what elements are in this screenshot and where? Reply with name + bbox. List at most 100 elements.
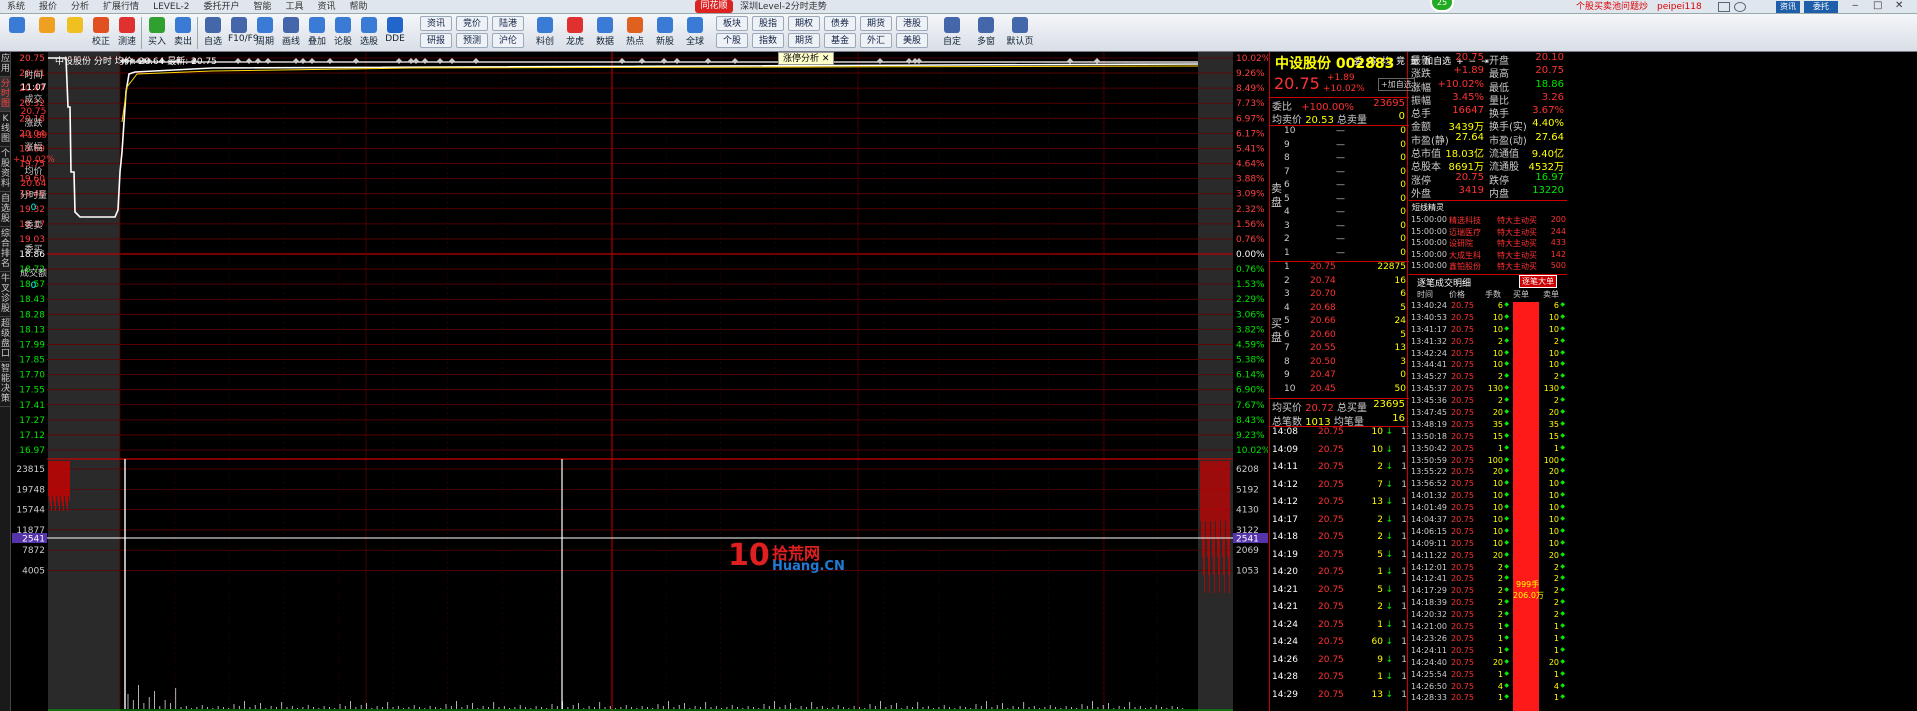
bid-volume: 6 <box>1400 289 1406 299</box>
toolbar-app-button[interactable] <box>4 15 30 51</box>
minimize-icon[interactable]: ‒ <box>1852 0 1858 11</box>
menu-item[interactable]: 资讯 <box>310 0 342 14</box>
alert-value: 500 <box>1550 261 1566 270</box>
toolbar-home-button[interactable]: 默认页 <box>1004 15 1036 51</box>
toolbar-buy-button[interactable]: 买入 <box>146 15 168 51</box>
menu-item[interactable]: LEVEL-2 <box>146 0 196 14</box>
toolbar-grid-button[interactable]: 指数 <box>752 33 784 48</box>
toolbar-grid-button[interactable]: 竞价 <box>456 16 488 31</box>
toolbar-data-button[interactable]: 数据 <box>592 15 618 51</box>
trade-volume: 2 <box>1377 602 1383 612</box>
menu-item[interactable]: 报价 <box>32 0 64 14</box>
toolbar-grid-button[interactable]: 股指 <box>752 16 784 31</box>
menu-item[interactable]: 工具 <box>278 0 310 14</box>
toolbar-f10-button[interactable]: F10/F9 <box>228 15 259 51</box>
toolbar-watchlist-button[interactable]: 自选 <box>202 15 224 51</box>
popup-close-icon[interactable]: ✕ <box>822 54 830 64</box>
news-button[interactable]: 资讯 <box>1776 1 1800 13</box>
tick-time: 13:40:24 <box>1411 301 1447 310</box>
crosshair-label: 2541 <box>22 535 45 545</box>
trade-button[interactable]: 委托 <box>1804 1 1838 13</box>
pct-tick-label: 0.76% <box>1236 235 1265 245</box>
trade-price: 20.75 <box>1318 532 1344 542</box>
notification-badge[interactable]: 25 <box>1430 0 1454 12</box>
ask-level: 7 <box>1284 166 1290 177</box>
price-tick-label: 17.12 <box>19 431 45 441</box>
left-nav-item[interactable]: 综合排名 <box>0 227 11 272</box>
toolbar-select-button[interactable]: 选股 <box>358 15 380 51</box>
menu-item[interactable]: 分析 <box>64 0 96 14</box>
toolbar-grid-button[interactable]: 期权 <box>788 16 820 31</box>
toolbar-label: 选股 <box>359 37 378 47</box>
left-nav-item[interactable]: K线图 <box>0 112 11 147</box>
pct-tick-label: 2.32% <box>1236 205 1265 215</box>
toolbar-grid-button[interactable]: 沪伦 <box>492 33 524 48</box>
close-icon[interactable]: ✕ <box>1895 0 1903 11</box>
toolbar-grid-button[interactable]: 资讯 <box>420 16 452 31</box>
tick-down-icon: ◆ <box>1504 467 1509 475</box>
intraday-chart[interactable]: 20.75 10.02%20.61 9.26%20.47 8.49%20.32 7.73… <box>12 52 1268 711</box>
toolbar-grid-button[interactable]: 陆港 <box>492 16 524 31</box>
toolbar-grid-button[interactable]: 研报 <box>420 33 452 48</box>
settings-icon[interactable] <box>1734 2 1746 12</box>
toolbar-dragon-button[interactable]: 龙虎 <box>562 15 588 51</box>
left-nav-item[interactable]: 个股资料 <box>0 147 11 192</box>
toolbar-grid-button[interactable]: 美股 <box>896 33 928 48</box>
toolbar-grid-button[interactable]: 债券 <box>824 16 856 31</box>
toolbar-grid-button[interactable]: 板块 <box>716 16 748 31</box>
toolbar-kcb-button[interactable]: 料创 <box>532 15 558 51</box>
toolbar-back-button[interactable] <box>34 15 60 51</box>
toolbar-draw-button[interactable]: 画线 <box>280 15 302 51</box>
toolbar-grid-button[interactable]: 预测 <box>456 33 488 48</box>
toolbar-multiwin-button[interactable]: 多窗 <box>970 15 1002 51</box>
toolbar-up-down-button[interactable] <box>64 15 86 51</box>
toolbar-grid-button[interactable]: 港股 <box>896 16 928 31</box>
ticklist-header: 逐笔成交明细 逐笔大单 <box>1409 275 1567 289</box>
limit-up-analysis-popup[interactable]: 涨停分析 ✕ <box>778 52 835 65</box>
toolbar-grid-button[interactable]: 期货 <box>860 16 892 31</box>
user-link[interactable]: 个股买卖池问题炒 <box>1576 0 1648 14</box>
menu-item[interactable]: 帮助 <box>343 0 375 14</box>
toolbar-speed-button[interactable]: 测速 <box>116 15 138 51</box>
toolbar-hot-button[interactable]: 热点 <box>622 15 648 51</box>
left-nav-item[interactable]: 自选股 <box>0 192 11 227</box>
toolbar-sell-button[interactable]: 卖出 <box>172 15 194 51</box>
mail-icon[interactable] <box>1718 2 1730 12</box>
toolbar-grid-button[interactable]: 外汇 <box>860 33 892 48</box>
toolbar-dde-button[interactable]: DDE <box>384 15 406 51</box>
tick-price: 20.75 <box>1451 681 1474 691</box>
toolbar-period-button[interactable]: 周期 <box>254 15 276 51</box>
toolbar-discuss-button[interactable]: 论股 <box>332 15 354 51</box>
menu-item[interactable]: 扩展行情 <box>96 0 146 14</box>
alert-row[interactable]: 15:00:00 精选科技 特大主动买 200 <box>1411 215 1566 227</box>
toolbar-grid-button[interactable]: 基金 <box>824 33 856 48</box>
toolbar-grid-button[interactable]: 个股 <box>716 33 748 48</box>
alert-row[interactable]: 15:00:00 鑫铂股份 特大主动买 500 <box>1411 261 1566 273</box>
toolbar-globe-button[interactable]: 全球 <box>682 15 708 51</box>
trade-row: 14:24 20.75 60 ↓ 1 <box>1270 637 1409 655</box>
menu-item[interactable]: 委托开户 <box>196 0 246 14</box>
maximize-icon[interactable]: □ <box>1873 0 1882 11</box>
left-nav-item[interactable]: 分时图 <box>0 77 11 112</box>
menu-item[interactable]: 系统 <box>0 0 32 14</box>
toolbar-label: 卖出 <box>173 37 192 47</box>
toolbar-ipo-button[interactable]: 新股 <box>652 15 678 51</box>
ticklist-row: 13:45:36 20.75 2 ◆ 2 ◆ <box>1409 396 1567 408</box>
alert-row[interactable]: 15:00:00 大成生科 特大主动买 142 <box>1411 250 1566 262</box>
toolbar-grid-button[interactable]: 期货 <box>788 33 820 48</box>
menu-item[interactable]: 智能 <box>246 0 278 14</box>
toolbar-overlay-button[interactable]: 叠加 <box>306 15 328 51</box>
down-arrow-icon: ↓ <box>1385 479 1393 490</box>
left-nav-item[interactable]: 牛叉诊股 <box>0 272 11 317</box>
trade-volume: 60 <box>1371 637 1383 647</box>
alert-row[interactable]: 15:00:00 设研院 特大主动买 433 <box>1411 238 1566 250</box>
left-nav-item[interactable]: 超级盘口 <box>0 317 11 362</box>
tick-volume: 1 <box>1497 669 1503 679</box>
toolbar-custom-button[interactable]: 自定 <box>936 15 968 51</box>
alert-row[interactable]: 15:00:00 迈瑞医疗 特大主动买 244 <box>1411 227 1566 239</box>
left-nav-item[interactable]: 智能决策 <box>0 362 11 407</box>
dragon-icon <box>567 17 583 33</box>
left-nav-item[interactable]: 应用 <box>0 52 11 77</box>
toolbar-calibrate-button[interactable]: 校正 <box>90 15 112 51</box>
big-order-button[interactable]: 逐笔大单 <box>1519 275 1557 288</box>
